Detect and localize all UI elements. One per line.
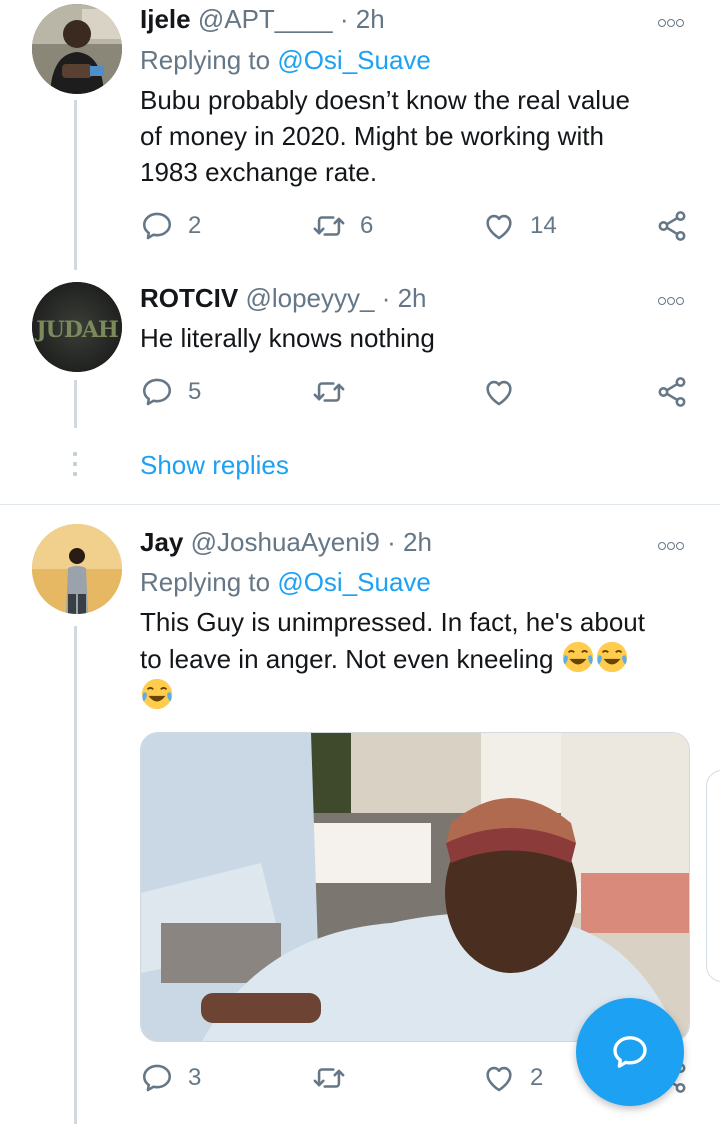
retweet-icon [313,382,345,402]
retweet-icon [313,216,345,236]
tweet-text-line-2: to leave in anger. Not even kneeling [140,640,700,677]
timestamp[interactable]: · 2h [382,283,427,313]
heart-icon [486,1066,512,1092]
like-count: 14 [530,212,557,239]
more-options-icon[interactable] [658,14,690,27]
thread-collapsed-dots [73,452,77,482]
tweet-photo[interactable] [140,732,690,1042]
tweet-text-line: to leave in anger. Not even kneeling [140,644,554,674]
display-name[interactable]: Jay [140,527,183,557]
tweet-text-line: Bubu probably doesn’t know the real valu… [140,85,630,115]
mention-link[interactable]: @Osi_Suave [277,45,431,75]
display-name[interactable]: ROTCIV [140,283,238,313]
replying-to: Replying to @Osi_Suave [140,567,431,597]
tweet-header: Ijele @APT____ · 2h [140,4,385,34]
retweet-button[interactable]: 6 [312,206,373,246]
tweet-text-line: This Guy is unimpressed. In fact, he's a… [140,607,645,637]
tweet-header: ROTCIV @lopeyyy_ · 2h [140,283,427,313]
tweet-text: He literally knows nothing [140,320,700,356]
timestamp[interactable]: · 2h [340,4,385,34]
heart-icon [486,380,512,406]
edge-panel [706,770,720,982]
thread-line [74,626,77,1124]
like-count: 2 [530,1064,544,1091]
reply-count: 3 [188,1064,202,1091]
reply-icon [142,1064,172,1092]
tweet-text: This Guy is unimpressed. In fact, he's a… [140,604,700,714]
reply-button[interactable]: 3 [140,1058,201,1098]
compose-reply-button[interactable] [576,998,684,1106]
tweet-text-line: 1983 exchange rate. [140,157,378,187]
retweet-count: 6 [360,212,374,239]
reply-bubble-icon [613,1036,647,1068]
share-icon [658,211,686,241]
avatar-logo-text: JUDAH [34,317,118,343]
more-options-icon[interactable] [658,537,690,550]
replying-to-label: Replying to [140,567,271,597]
show-replies-link[interactable]: Show replies [140,450,289,481]
display-name[interactable]: Ijele [140,4,191,34]
mention-link[interactable]: @Osi_Suave [277,567,431,597]
replying-to: Replying to @Osi_Suave [140,45,431,75]
user-handle[interactable]: @JoshuaAyeni9 [191,527,380,557]
retweet-button[interactable] [312,1058,360,1098]
share-button[interactable] [655,372,689,412]
reply-count: 2 [188,212,202,239]
heart-icon [486,214,512,240]
avatar[interactable] [32,4,122,94]
tweet-text-line: of money in 2020. Might be working with [140,121,604,151]
timestamp[interactable]: · 2h [387,527,432,557]
user-handle[interactable]: @lopeyyy_ [245,283,374,313]
avatar[interactable] [32,524,122,614]
like-button[interactable]: 2 [482,1058,543,1098]
retweet-icon [313,1068,345,1088]
user-handle[interactable]: @APT____ [198,4,333,34]
tweet-actions: 2 6 14 [140,206,690,246]
laughing-crying-emoji-icon [562,641,593,673]
reply-icon [142,378,172,406]
like-button[interactable] [482,372,530,412]
tweet-header: Jay @JoshuaAyeni9 · 2h [140,527,432,557]
share-button[interactable] [655,206,689,246]
like-button[interactable]: 14 [482,206,557,246]
divider [0,504,720,505]
laughing-crying-emoji-icon [141,678,173,710]
retweet-button[interactable] [312,372,360,412]
thread-line [74,380,77,428]
tweet-text-line-3 [140,677,700,714]
share-icon [658,377,686,407]
tweet-text: Bubu probably doesn’t know the real valu… [140,82,700,190]
tweet-text-line: He literally knows nothing [140,323,435,353]
reply-button[interactable]: 2 [140,206,201,246]
reply-button[interactable]: 5 [140,372,201,412]
laughing-crying-emoji-icon [596,641,627,673]
reply-count: 5 [188,378,202,405]
thread-line [74,100,77,270]
replying-to-label: Replying to [140,45,271,75]
more-options-icon[interactable] [658,292,690,305]
tweet-actions: 5 [140,372,690,412]
reply-icon [142,212,172,240]
avatar[interactable]: JUDAH [32,282,122,372]
